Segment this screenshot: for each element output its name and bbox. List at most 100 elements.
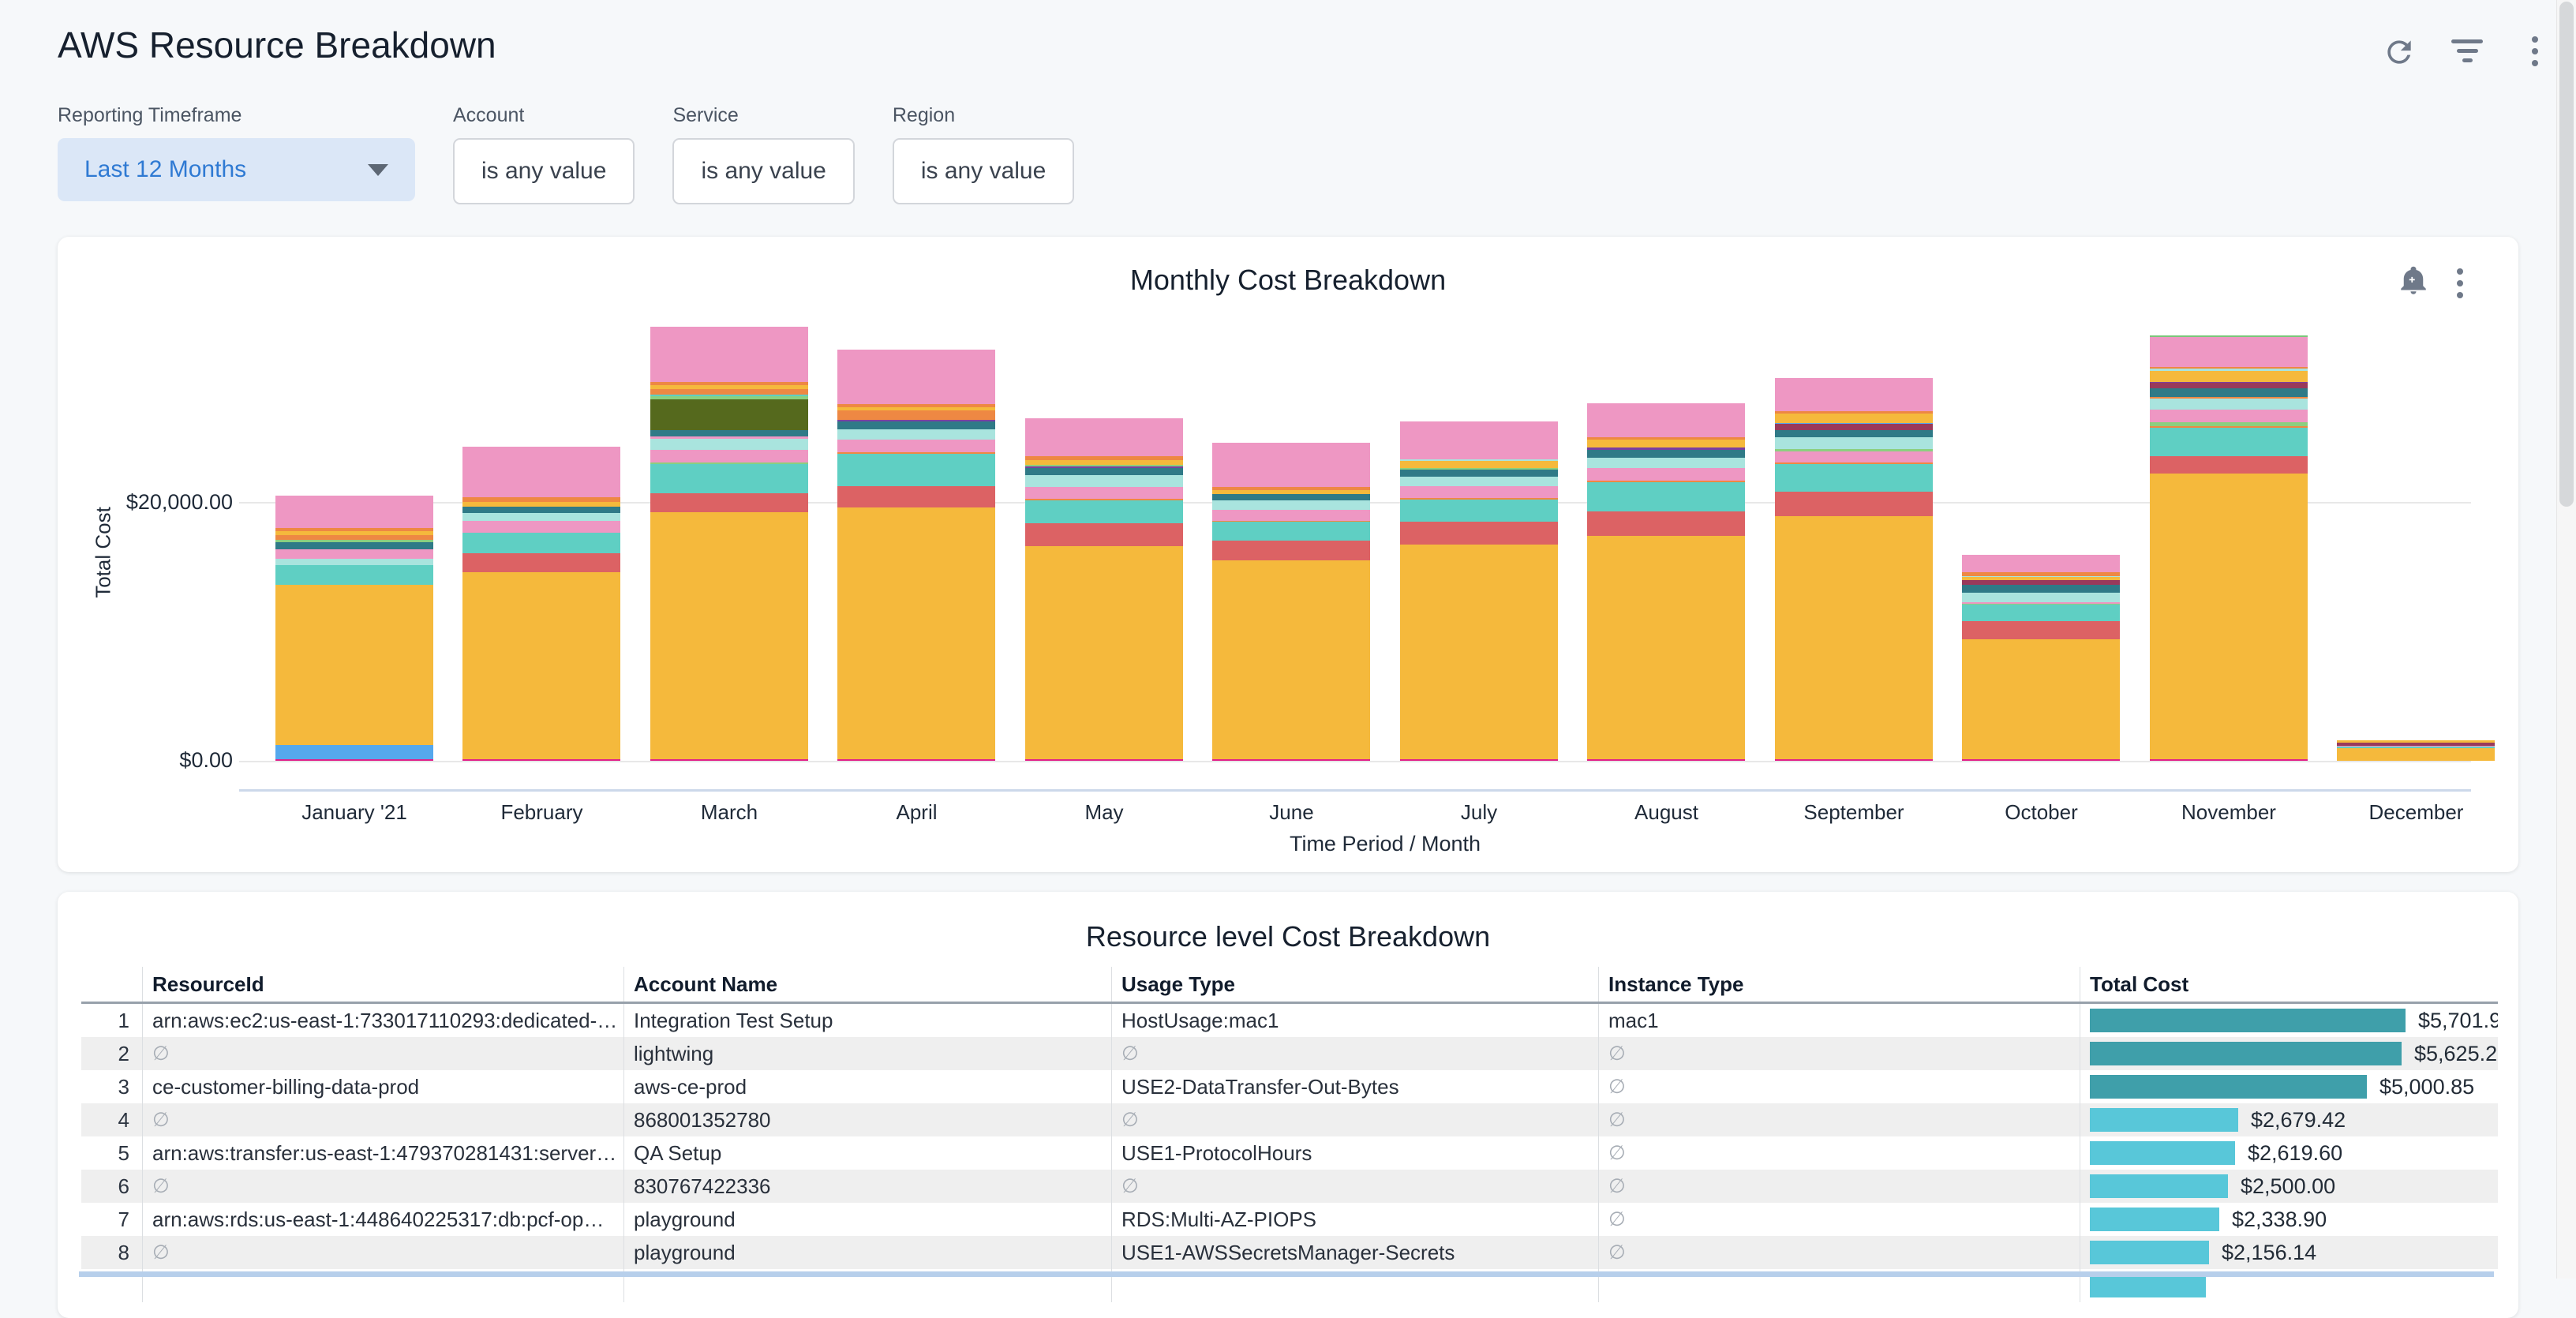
null-value: ∅: [1608, 1042, 1626, 1065]
kebab-menu-icon[interactable]: [2518, 36, 2552, 71]
bar-segment: [462, 759, 620, 761]
bar-segment: [1025, 475, 1183, 487]
header-usage-type[interactable]: Usage Type: [1111, 967, 1598, 1002]
row-number: 7: [81, 1203, 142, 1236]
row-number: 8: [81, 1236, 142, 1269]
table-row[interactable]: 5arn:aws:transfer:us-east-1:479370281431…: [81, 1136, 2498, 1170]
bar-segment: [1775, 430, 1933, 438]
table-row[interactable]: 8∅playgroundUSE1-AWSSecretsManager-Secre…: [81, 1236, 2498, 1269]
stacked-bar-June[interactable]: [1212, 443, 1370, 761]
cell-resource-id: ce-customer-billing-data-prod: [142, 1070, 623, 1103]
x-axis-label: October: [1948, 800, 2136, 825]
table-row[interactable]: 3ce-customer-billing-data-prodaws-ce-pro…: [81, 1070, 2498, 1103]
table-row[interactable]: 6∅830767422336∅∅$2,500.00: [81, 1170, 2498, 1203]
bar-segment: [1025, 523, 1183, 546]
cell-instance-type: ∅: [1598, 1037, 2080, 1070]
page-scrollbar[interactable]: [2556, 0, 2576, 1279]
stacked-bar-December[interactable]: [2337, 740, 2495, 761]
region-filter-button[interactable]: is any value: [893, 138, 1074, 204]
bar-segment: [1962, 605, 2120, 621]
bar-segment: [1962, 585, 2120, 593]
filter-region: Region is any value: [893, 104, 1074, 204]
bar-segment: [1775, 378, 1933, 412]
chevron-down-icon: [368, 164, 388, 176]
table-row[interactable]: 2∅lightwing∅∅$5,625.22: [81, 1037, 2498, 1070]
cell-account-name: QA Setup: [623, 1136, 1111, 1170]
bar-segment: [275, 549, 433, 559]
null-value: ∅: [1608, 1141, 1626, 1165]
bar-segment: [2150, 474, 2308, 759]
cell-total-cost: $2,619.60: [2080, 1136, 2498, 1170]
x-axis-title: Time Period / Month: [260, 832, 2510, 856]
stacked-bar-November[interactable]: [2150, 335, 2308, 761]
monthly-cost-chart-card: Monthly Cost Breakdown $20,000.00 $0.00 …: [58, 237, 2518, 872]
null-value: ∅: [1608, 1075, 1626, 1099]
service-filter-button[interactable]: is any value: [672, 138, 854, 204]
bar-segment: [1775, 464, 1933, 491]
bar-segment: [462, 572, 620, 760]
stacked-bar-March[interactable]: [650, 327, 808, 761]
cost-value: $5,701.99: [2418, 1009, 2498, 1033]
stacked-bar-September[interactable]: [1775, 378, 1933, 761]
refresh-icon[interactable]: [2382, 35, 2417, 69]
stacked-bar-February[interactable]: [462, 447, 620, 761]
bar-segment: [1775, 424, 1933, 429]
x-axis-labels: January '21FebruaryMarchAprilMayJuneJuly…: [260, 800, 2510, 827]
filter-line: [2451, 39, 2483, 43]
table-row[interactable]: 4∅868001352780∅∅$2,679.42: [81, 1103, 2498, 1136]
bar-segment: [837, 429, 995, 440]
row-number: 6: [81, 1170, 142, 1203]
bar-segment: [1212, 759, 1370, 761]
cell-total-cost: $5,701.99: [2080, 1004, 2498, 1037]
stacked-bar-October[interactable]: [1962, 555, 2120, 761]
cell-total-cost: $2,156.14: [2080, 1236, 2498, 1269]
stacked-bar-July[interactable]: [1400, 421, 1558, 761]
stacked-bar-May[interactable]: [1025, 418, 1183, 761]
header-account-name[interactable]: Account Name: [623, 967, 1111, 1002]
x-axis-label: November: [2135, 800, 2323, 825]
row-number: 5: [81, 1136, 142, 1170]
cost-bar: [2090, 1075, 2367, 1099]
stacked-bar-August[interactable]: [1587, 403, 1745, 761]
bar-segment: [650, 327, 808, 383]
page-title: AWS Resource Breakdown: [58, 24, 496, 66]
table-row[interactable]: 1arn:aws:ec2:us-east-1:733017110293:dedi…: [81, 1004, 2498, 1037]
bar-segment: [1212, 443, 1370, 487]
header-resource-id[interactable]: ResourceId: [142, 967, 623, 1002]
null-value: ∅: [1608, 1174, 1626, 1198]
filter-value: is any value: [701, 158, 826, 185]
header-instance-type[interactable]: Instance Type: [1598, 967, 2080, 1002]
x-axis-label: February: [448, 800, 636, 825]
table-row[interactable]: 7arn:aws:rds:us-east-1:448640225317:db:p…: [81, 1203, 2498, 1236]
cost-bar: [2090, 1241, 2209, 1264]
stacked-bar-January '21[interactable]: [275, 496, 433, 761]
table-horizontal-scrollbar[interactable]: [79, 1271, 2494, 1277]
bar-segment: [2150, 410, 2308, 422]
bar-segment: [650, 439, 808, 450]
filter-line: [2457, 49, 2478, 53]
bar-segment: [1587, 482, 1745, 511]
stacked-bar-April[interactable]: [837, 350, 995, 761]
timeframe-dropdown[interactable]: Last 12 Months: [58, 138, 415, 201]
bar-segment: [1400, 470, 1558, 477]
bar-segment: [2150, 337, 2308, 367]
bar-segment: [2150, 428, 2308, 456]
bar-segment: [1587, 759, 1745, 761]
bar-segment: [837, 350, 995, 405]
cell-account-name: Integration Test Setup: [623, 1004, 1111, 1037]
bar-segment: [462, 447, 620, 498]
cell-instance-type: mac1: [1598, 1004, 2080, 1037]
y-tick-0: $0.00: [58, 748, 233, 773]
filter-icon[interactable]: [2450, 39, 2484, 74]
bar-segment: [1212, 541, 1370, 560]
null-value: ∅: [1121, 1108, 1139, 1132]
bar-segment: [1212, 494, 1370, 500]
cost-bar: [2090, 1141, 2235, 1165]
bar-segment: [1775, 759, 1933, 761]
resource-table: ResourceId Account Name Usage Type Insta…: [81, 967, 2498, 1302]
account-filter-button[interactable]: is any value: [453, 138, 635, 204]
stacked-bars: [260, 237, 2510, 762]
page-scrollbar-thumb[interactable]: [2559, 2, 2574, 507]
bar-segment: [1400, 486, 1558, 497]
header-total-cost[interactable]: Total Cost: [2080, 967, 2498, 1002]
